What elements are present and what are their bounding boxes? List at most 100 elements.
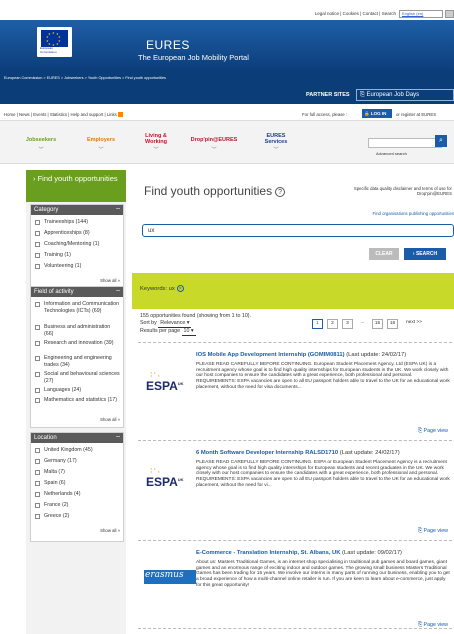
page-ellipsis: ...: [360, 320, 365, 325]
disclaimer-link[interactable]: Specific data quality disclaimer and ter…: [320, 186, 452, 196]
category-show-all[interactable]: Show all »: [100, 278, 120, 283]
site-search-input[interactable]: [368, 138, 442, 148]
field-show-all[interactable]: Show all »: [100, 417, 120, 422]
partner-bar: PARTNER SITES ⎘ European Job Days: [0, 84, 454, 104]
location-option[interactable]: Greece (2): [35, 513, 69, 520]
erasmus-logo[interactable]: erasmus: [144, 564, 196, 594]
sidebar: › Find youth opportunities Category – Tra…: [26, 170, 126, 634]
site-name[interactable]: EURES: [146, 38, 190, 52]
result-description: PLEASE READ CAREFULLY BEFORE CONTINUING.…: [196, 362, 450, 390]
ec-logo[interactable]: ★ ★ ★ ★ ★ ★ ★ ★ ★ ★ European Commission: [37, 27, 72, 57]
location-panel: Location – United Kingdom (45) Germany (1…: [30, 432, 124, 542]
result-title[interactable]: IOS Mobile App Development Internship (G…: [196, 352, 406, 358]
category-header[interactable]: Category –: [31, 205, 123, 215]
sort-select[interactable]: Relevance ▾: [158, 320, 192, 328]
menu-living-working[interactable]: Living & Working ﹀: [136, 133, 176, 153]
result-item: erasmus E-Commerce - Translation Interns…: [132, 544, 454, 634]
utility-links[interactable]: Home | News | Events | Statistics | Help…: [4, 112, 124, 118]
page-link[interactable]: 3: [342, 319, 353, 329]
result-title[interactable]: E-Commerce - Translation Internship, St.…: [196, 550, 402, 556]
page-link[interactable]: 2: [327, 319, 338, 329]
category-option[interactable]: Coaching/Mentoring (1): [35, 241, 99, 248]
per-page-select[interactable]: 10 ▾: [181, 328, 196, 336]
per-page-label: Results per page: [140, 328, 181, 334]
result-description: PLEASE READ CAREFULLY BEFORE CONTINUING.…: [196, 460, 450, 488]
category-option[interactable]: Training (1): [35, 252, 71, 259]
menu-jobseekers[interactable]: Jobseekers ﹀: [16, 137, 66, 153]
location-option[interactable]: Malta (7): [35, 469, 65, 476]
active-filters-bar: Keywords: ux ×: [132, 273, 454, 309]
keywords-filter: Keywords: ux ×: [140, 285, 184, 292]
menu-eures-services[interactable]: EURES Services ﹀: [256, 133, 296, 153]
language-go-button[interactable]: [445, 10, 454, 18]
help-icon[interactable]: ?: [275, 186, 286, 197]
chevron-down-icon: ﹀: [98, 147, 104, 153]
menu-droppin[interactable]: Drop'pin@EURES ﹀: [184, 137, 244, 153]
collapse-icon: –: [116, 433, 120, 440]
location-option[interactable]: France (2): [35, 502, 68, 509]
breadcrumb[interactable]: European Commission > EURES > Jobseekers…: [0, 72, 454, 84]
site-subtitle: The European Job Mobility Portal: [138, 53, 249, 62]
sort-label: Sort by: [140, 320, 157, 326]
register-link[interactable]: or register at EURES: [396, 112, 436, 117]
search-icon[interactable]: ⌕: [435, 135, 447, 147]
eu-flag-icon: ★ ★ ★ ★ ★ ★ ★ ★ ★ ★: [41, 30, 68, 47]
location-option[interactable]: Germany (17): [35, 458, 77, 465]
utility-nav: Home | News | Events | Statistics | Help…: [0, 106, 454, 120]
field-option[interactable]: Mathematics and statistics (17): [35, 397, 121, 404]
partner-site-button[interactable]: ⎘ European Job Days: [356, 89, 454, 101]
chevron-down-icon: ﹀: [211, 147, 217, 153]
advanced-search-link[interactable]: Advanced search: [376, 151, 407, 156]
page-title: Find youth opportunities?: [144, 184, 286, 198]
top-bar: Legal notice | Cookies | Contact | Searc…: [0, 0, 454, 20]
location-option[interactable]: Netherlands (4): [35, 491, 81, 498]
field-option[interactable]: Research and innovation (39): [35, 340, 121, 347]
page-link[interactable]: 16: [387, 319, 398, 329]
page-view-link[interactable]: ⎘ Page view: [418, 528, 448, 535]
espa-logo[interactable]: ✶ ✶ ✶ ✶ ESPAUK: [144, 466, 186, 496]
rss-icon[interactable]: [118, 112, 124, 118]
field-option[interactable]: Engineering and engineering trades (34): [35, 355, 121, 368]
search-button[interactable]: › SEARCH: [404, 248, 446, 260]
category-option[interactable]: Traineeships (144): [35, 219, 88, 226]
logo-line2: Commission: [40, 49, 57, 54]
location-option[interactable]: United Kingdom (45): [35, 447, 93, 454]
results-info: 155 opportunities found (showing from 1 …: [140, 313, 251, 336]
field-option[interactable]: Business and administration (66): [35, 324, 121, 337]
chevron-down-icon: ﹀: [38, 147, 44, 153]
collapse-icon: –: [116, 205, 120, 212]
partner-site-label: European Job Days: [366, 92, 420, 98]
field-header[interactable]: Field of activity –: [31, 287, 123, 297]
location-header[interactable]: Location –: [31, 433, 123, 443]
collapse-icon: –: [116, 287, 120, 294]
field-option[interactable]: Social and behavioural sciences (27): [35, 371, 121, 384]
partner-sites-label: PARTNER SITES: [306, 92, 350, 98]
page-link[interactable]: 1: [312, 319, 323, 329]
field-option[interactable]: Languages (24): [35, 387, 121, 394]
find-organisations-link[interactable]: Find organisations publishing opportunit…: [342, 211, 454, 216]
category-option[interactable]: Apprenticeships (8): [35, 230, 90, 237]
espa-logo[interactable]: ✶ ✶ ✶ ✶ ESPAUK: [144, 370, 186, 400]
language-select[interactable]: English (en): [399, 10, 443, 18]
site-header: ★ ★ ★ ★ ★ ★ ★ ★ ★ ★ European Commission EURES …: [0, 20, 454, 72]
clear-button[interactable]: CLEAR: [369, 248, 399, 260]
full-access-text: For full access, please :: [302, 112, 348, 117]
location-option[interactable]: Spain (6): [35, 480, 66, 487]
page-view-link[interactable]: ⎘ Page view: [418, 428, 448, 435]
chevron-down-icon: ﹀: [273, 147, 279, 153]
result-title[interactable]: 6 Month Software Developer Internship RA…: [196, 450, 400, 456]
keyword-input[interactable]: ux: [142, 224, 454, 237]
category-option[interactable]: Volunteering (1): [35, 263, 81, 270]
page-link[interactable]: 15: [372, 319, 383, 329]
chevron-down-icon: ﹀: [153, 147, 159, 153]
main-content: Find youth opportunities? Specific data …: [132, 170, 454, 634]
sidebar-title[interactable]: › Find youth opportunities: [26, 170, 126, 202]
remove-filter-icon[interactable]: ×: [176, 285, 184, 292]
login-button[interactable]: 🔒 LOG IN: [362, 109, 392, 118]
field-option[interactable]: Information and Communication Technologi…: [35, 301, 121, 314]
top-links[interactable]: Legal notice | Cookies | Contact | Searc…: [315, 11, 396, 16]
next-page-link[interactable]: next >>: [402, 319, 426, 329]
results-count: 155 opportunities found (showing from 1 …: [140, 313, 252, 319]
menu-employers[interactable]: Employers ﹀: [76, 137, 126, 153]
location-show-all[interactable]: Show all »: [100, 528, 120, 533]
